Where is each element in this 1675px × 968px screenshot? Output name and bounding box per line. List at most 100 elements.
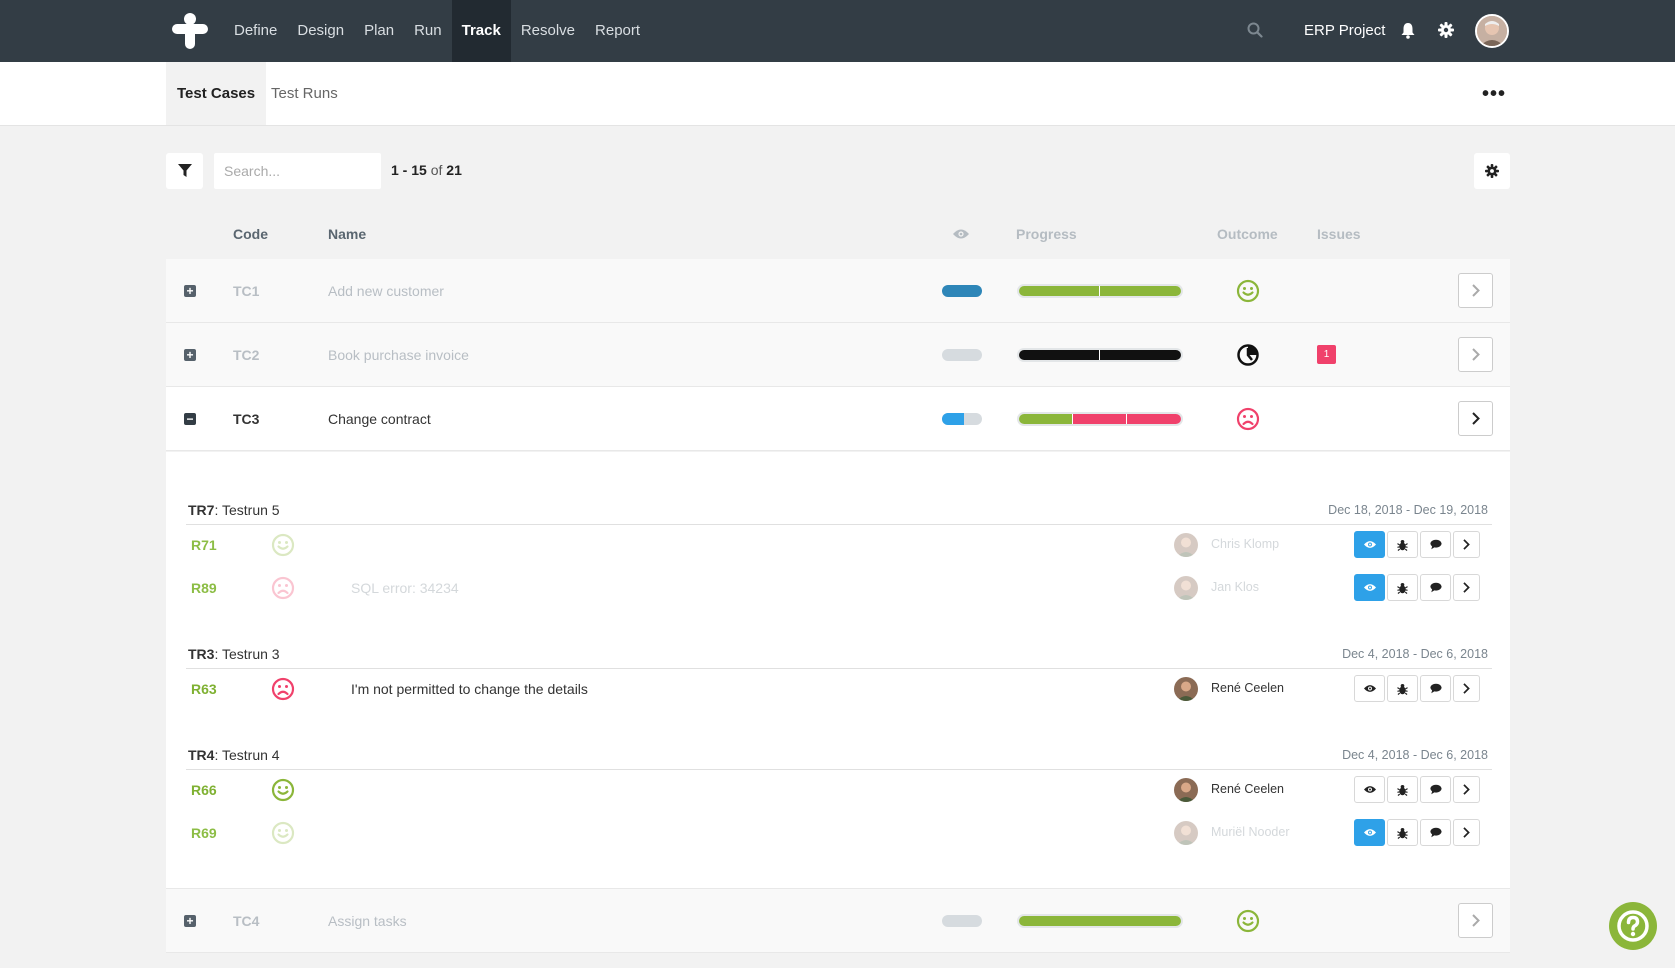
bell-icon[interactable] xyxy=(1400,22,1416,39)
comment-button[interactable] xyxy=(1420,675,1451,702)
issue-count-badge[interactable]: 1 xyxy=(1317,345,1336,364)
column-header-outcome[interactable]: Outcome xyxy=(1217,226,1278,242)
report-bug-button[interactable] xyxy=(1387,675,1418,702)
progress-bar xyxy=(1017,348,1183,362)
comment-icon xyxy=(1429,827,1442,838)
result-code[interactable]: R66 xyxy=(191,782,217,798)
tab-test-cases[interactable]: Test Cases xyxy=(166,62,267,125)
nav-track[interactable]: Track xyxy=(451,0,511,62)
open-result-button[interactable] xyxy=(1453,531,1480,558)
tester-name: René Ceelen xyxy=(1211,782,1284,796)
test-case-row[interactable]: + TC2 Book purchase invoice 1 xyxy=(166,323,1510,387)
nav-design[interactable]: Design xyxy=(287,0,354,62)
eye-icon[interactable] xyxy=(953,228,969,240)
search-icon[interactable] xyxy=(1247,22,1263,38)
search-input[interactable] xyxy=(214,153,381,189)
progress-segment xyxy=(1019,350,1100,360)
outcome-icon xyxy=(1236,407,1260,431)
chevron-right-icon xyxy=(1471,348,1480,361)
column-header-code[interactable]: Code xyxy=(233,226,268,242)
report-bug-button[interactable] xyxy=(1387,819,1418,846)
view-toggle-button[interactable] xyxy=(1354,531,1385,558)
help-icon xyxy=(1617,910,1649,942)
result-row[interactable]: R69 Muriël Nooder xyxy=(166,813,1510,853)
result-code[interactable]: R89 xyxy=(191,580,217,596)
open-test-case-button[interactable] xyxy=(1458,337,1493,372)
test-run-name: Testrun 5 xyxy=(221,502,280,518)
result-actions xyxy=(1354,819,1480,846)
open-result-button[interactable] xyxy=(1453,776,1480,803)
nav-report[interactable]: Report xyxy=(585,0,650,62)
test-case-row[interactable]: + TC1 Add new customer xyxy=(166,259,1510,323)
bug-icon xyxy=(1397,683,1408,695)
column-header-name[interactable]: Name xyxy=(328,226,366,242)
project-selector[interactable]: ERP Project xyxy=(1304,0,1385,62)
result-actions xyxy=(1354,776,1480,803)
test-run-heading: TR7: Testrun 5 xyxy=(188,502,280,518)
report-bug-button[interactable] xyxy=(1387,776,1418,803)
test-run-dates: Dec 4, 2018 - Dec 6, 2018 xyxy=(1342,748,1488,762)
test-case-name: Assign tasks xyxy=(328,913,407,929)
open-test-case-button[interactable] xyxy=(1458,401,1493,436)
progress-segment xyxy=(1100,286,1181,296)
report-bug-button[interactable] xyxy=(1387,574,1418,601)
tab-test-runs[interactable]: Test Runs xyxy=(260,62,349,125)
comment-button[interactable] xyxy=(1420,574,1451,601)
open-test-case-button[interactable] xyxy=(1458,273,1493,308)
result-actions xyxy=(1354,531,1480,558)
table-settings-button[interactable] xyxy=(1474,153,1510,189)
test-run-heading: TR4: Testrun 4 xyxy=(188,747,280,763)
user-avatar[interactable] xyxy=(1475,14,1509,48)
view-toggle-button[interactable] xyxy=(1354,776,1385,803)
page-of: of xyxy=(430,162,443,178)
chevron-right-icon xyxy=(1471,914,1480,927)
result-row[interactable]: R89 SQL error: 34234 Jan Klos xyxy=(166,568,1510,608)
test-case-name: Add new customer xyxy=(328,283,444,299)
progress-segment xyxy=(1072,414,1127,424)
view-toggle-button[interactable] xyxy=(1354,574,1385,601)
collapse-icon[interactable]: − xyxy=(184,413,196,425)
expand-icon[interactable]: + xyxy=(184,349,196,361)
page-total: 21 xyxy=(446,162,462,178)
open-test-case-button[interactable] xyxy=(1458,903,1493,938)
view-toggle-button[interactable] xyxy=(1354,675,1385,702)
result-code[interactable]: R71 xyxy=(191,537,217,553)
test-case-row[interactable]: − TC3 Change contract xyxy=(166,387,1510,451)
column-header-progress[interactable]: Progress xyxy=(1016,226,1077,242)
logo-icon[interactable] xyxy=(172,13,208,49)
result-code[interactable]: R69 xyxy=(191,825,217,841)
filter-button[interactable] xyxy=(166,153,203,189)
result-row[interactable]: R71 Chris Klomp xyxy=(166,525,1510,565)
progress-bar xyxy=(1017,412,1183,426)
comment-button[interactable] xyxy=(1420,819,1451,846)
nav-resolve[interactable]: Resolve xyxy=(511,0,585,62)
outcome-icon xyxy=(271,677,295,701)
test-case-row[interactable]: + TC4 Assign tasks xyxy=(166,889,1510,953)
gear-icon[interactable] xyxy=(1438,22,1454,38)
comment-icon xyxy=(1429,784,1442,795)
top-bar: Define Design Plan Run Track Resolve Rep… xyxy=(0,0,1675,62)
comment-icon xyxy=(1429,539,1442,550)
expand-icon[interactable]: + xyxy=(184,915,196,927)
view-toggle-button[interactable] xyxy=(1354,819,1385,846)
column-header-issues[interactable]: Issues xyxy=(1317,226,1361,242)
help-button[interactable] xyxy=(1609,902,1657,950)
result-row[interactable]: R66 René Ceelen xyxy=(166,770,1510,810)
comment-button[interactable] xyxy=(1420,531,1451,558)
comment-icon xyxy=(1429,683,1442,694)
comment-button[interactable] xyxy=(1420,776,1451,803)
bug-icon xyxy=(1397,784,1408,796)
open-result-button[interactable] xyxy=(1453,819,1480,846)
result-code[interactable]: R63 xyxy=(191,681,217,697)
expand-icon[interactable]: + xyxy=(184,285,196,297)
eye-icon xyxy=(1363,583,1376,592)
result-row[interactable]: R63 I'm not permitted to change the deta… xyxy=(166,669,1510,709)
report-bug-button[interactable] xyxy=(1387,531,1418,558)
nav-run[interactable]: Run xyxy=(404,0,452,62)
open-result-button[interactable] xyxy=(1453,675,1480,702)
avatar xyxy=(1174,821,1198,845)
more-icon[interactable]: ••• xyxy=(1482,84,1506,104)
open-result-button[interactable] xyxy=(1453,574,1480,601)
nav-plan[interactable]: Plan xyxy=(354,0,404,62)
nav-define[interactable]: Define xyxy=(224,0,287,62)
